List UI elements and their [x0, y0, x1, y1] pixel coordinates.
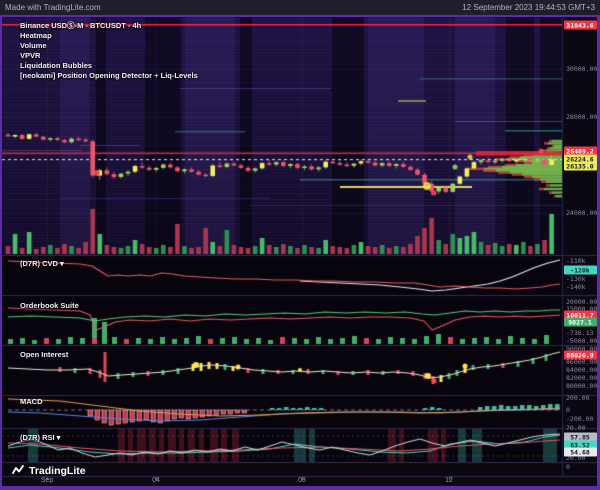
- axis-tick-label: 30000.00: [566, 65, 597, 73]
- axis-price-badge: 54.68: [564, 448, 597, 457]
- axis-tick-label: 70.00: [566, 424, 586, 432]
- time-axis-label: 08: [298, 477, 306, 484]
- axis-tick-label: 84000.00: [566, 366, 597, 374]
- pane-title-4[interactable]: (D7R) RSI ▾: [20, 433, 60, 442]
- axis-price-badge: 31843.6: [564, 21, 597, 30]
- axis-tick-label: -110k: [566, 257, 586, 265]
- axis-tick-label: 0: [566, 463, 570, 471]
- axis-tick-label: -5000.00: [566, 337, 597, 345]
- symbol-label[interactable]: Binance USDⓈ-M - BTCUSDT - 4h: [20, 21, 198, 31]
- pane-title-1[interactable]: Orderbook Suite: [20, 301, 79, 310]
- pane-title-3[interactable]: MACD: [20, 397, 43, 406]
- indicator-label-3[interactable]: Liquidation Bubbles: [20, 61, 198, 71]
- axis-tick-label: -140k: [566, 283, 586, 291]
- pane-title-2[interactable]: Open Interest: [20, 350, 68, 359]
- indicator-label-1[interactable]: Volume: [20, 41, 198, 51]
- tradinglite-watermark: TradingLite: [12, 464, 86, 477]
- axis-tick-label: -200.00: [566, 415, 593, 423]
- tradinglite-app: Made with TradingLite.com 12 September 2…: [0, 0, 600, 490]
- timestamp-label: 12 September 2023 19:44:53 GMT+3: [462, 3, 595, 12]
- indicator-label-0[interactable]: Heatmap: [20, 31, 198, 41]
- pane-title-0[interactable]: (D7R) CVD ▾: [20, 259, 64, 268]
- axis-price-badge: -120k: [564, 266, 597, 275]
- axis-tick-label: -736.13: [566, 329, 593, 337]
- axis-tick-label: 24000.00: [566, 209, 597, 217]
- axis-tick-label: -130k: [566, 275, 586, 283]
- axis-price-badge: 26135.0: [564, 162, 597, 171]
- indicator-list: HeatmapVolumeVPVRLiquidation Bubbles[neo…: [20, 31, 198, 81]
- axis-tick-label: 80000.00: [566, 382, 597, 390]
- axis-tick-label: 28000.00: [566, 113, 597, 121]
- axis-price-badge: 88026.9: [564, 351, 597, 360]
- axis-tick-label: 0: [566, 406, 570, 414]
- chart-legend: Binance USDⓈ-M - BTCUSDT - 4h HeatmapVol…: [20, 21, 198, 81]
- time-axis-label: 04: [152, 477, 160, 484]
- indicator-label-4[interactable]: [neokami] Position Opening Detector + Li…: [20, 71, 198, 81]
- tradinglite-logo-icon: [12, 464, 25, 477]
- axis-price-badge: 9027.1: [564, 318, 597, 327]
- indicator-label-2[interactable]: VPVR: [20, 51, 198, 61]
- time-axis-label: 12: [445, 477, 453, 484]
- tradinglite-logo-text: TradingLite: [29, 465, 86, 477]
- top-status-bar: Made with TradingLite.com 12 September 2…: [0, 0, 600, 15]
- made-with-label: Made with TradingLite.com: [5, 3, 101, 12]
- time-axis-label: Sep: [41, 477, 53, 484]
- axis-tick-label: 200.00: [566, 394, 589, 402]
- axis-tick-label: 82000.00: [566, 374, 597, 382]
